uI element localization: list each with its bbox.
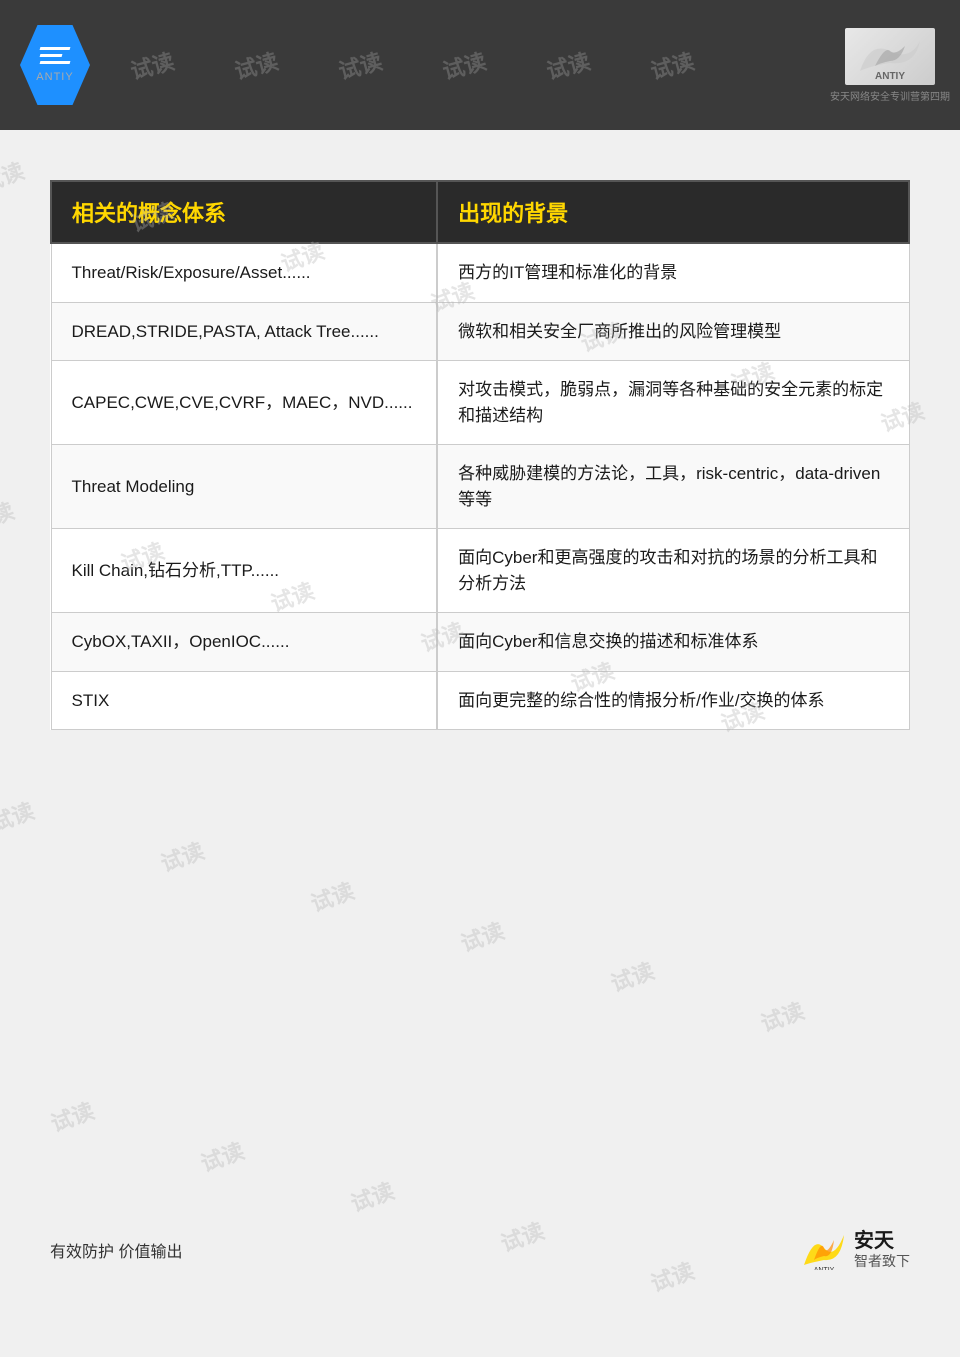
main-content: 相关的概念体系 出现的背景 Threat/Risk/Exposure/Asset… — [0, 130, 960, 1300]
header-wm-6: 试读 — [647, 44, 698, 86]
footer-logo-text: 安天 智者致下 — [854, 1229, 910, 1270]
table-cell-col1: STIX — [51, 671, 437, 730]
table-row: Kill Chain,钻石分析,TTP...... 面向Cyber和更高强度的攻… — [51, 529, 909, 613]
table-cell-col1: CybOX,TAXII，OpenIOC...... — [51, 613, 437, 672]
logo-line-1 — [40, 47, 71, 50]
logo-line-2 — [40, 54, 63, 57]
table-header-row: 相关的概念体系 出现的背景 — [51, 181, 909, 243]
table-row: STIX 面向更完整的综合性的情报分析/作业/交换的体系 — [51, 671, 909, 730]
table-cell-col2: 面向Cyber和信息交换的描述和标准体系 — [437, 613, 909, 672]
footer-logo-svg: ANTIY — [799, 1230, 849, 1270]
header-wm-4: 试读 — [439, 44, 490, 86]
footer-logo: ANTIY 安天 智者致下 — [799, 1229, 910, 1270]
header-watermarks: 试读 试读 试读 试读 试读 试读 — [90, 49, 840, 81]
header: ANTIY 试读 试读 试读 试读 试读 试读 ANTIY 安天网络安全专训营第… — [0, 0, 960, 130]
footer-logo-icon: ANTIY — [799, 1230, 849, 1270]
table-cell-col2: 对攻击模式，脆弱点，漏洞等各种基础的安全元素的标定和描述结构 — [437, 361, 909, 445]
antiy-logo-shape: ANTIY — [20, 25, 90, 105]
table-cell-col2: 西方的IT管理和标准化的背景 — [437, 243, 909, 302]
header-wm-3: 试读 — [335, 44, 386, 86]
table-row: DREAD,STRIDE,PASTA, Attack Tree...... 微软… — [51, 302, 909, 361]
footer-brand-name: 安天 — [854, 1229, 910, 1253]
col1-header: 相关的概念体系 — [51, 181, 437, 243]
table-cell-col2: 各种威胁建模的方法论，工具，risk-centric，data-driven等等 — [437, 445, 909, 529]
footer: 有效防护 价值输出 ANTIY 安天 智者致下 — [0, 1229, 960, 1270]
table-cell-col2: 微软和相关安全厂商所推出的风险管理模型 — [437, 302, 909, 361]
col2-header: 出现的背景 — [437, 181, 909, 243]
antiy-logo-image: ANTIY — [845, 28, 935, 85]
header-wm-1: 试读 — [127, 44, 178, 86]
header-wm-2: 试读 — [231, 44, 282, 86]
svg-text:ANTIY: ANTIY — [875, 71, 905, 81]
antiy-logo-subtext: 安天网络安全专训营第四期 — [830, 88, 950, 103]
table-cell-col1: Threat Modeling — [51, 445, 437, 529]
table-cell-col2: 面向Cyber和更高强度的攻击和对抗的场景的分析工具和分析方法 — [437, 529, 909, 613]
table-row: Threat Modeling 各种威胁建模的方法论，工具，risk-centr… — [51, 445, 909, 529]
table-cell-col1: CAPEC,CWE,CVE,CVRF，MAEC，NVD...... — [51, 361, 437, 445]
table-cell-col1: Kill Chain,钻石分析,TTP...... — [51, 529, 437, 613]
svg-text:ANTIY: ANTIY — [814, 1267, 835, 1270]
logo-area: ANTIY — [20, 25, 90, 105]
footer-tagline: 有效防护 价值输出 — [50, 1238, 182, 1262]
table-row: CybOX,TAXII，OpenIOC...... 面向Cyber和信息交换的描… — [51, 613, 909, 672]
logo-inner: ANTIY — [33, 38, 78, 93]
table-cell-col1: Threat/Risk/Exposure/Asset...... — [51, 243, 437, 302]
logo-brand-text: ANTIY — [36, 71, 73, 83]
concept-table: 相关的概念体系 出现的背景 Threat/Risk/Exposure/Asset… — [50, 180, 910, 730]
table-row: Threat/Risk/Exposure/Asset...... 西方的IT管理… — [51, 243, 909, 302]
antiy-header-svg: ANTIY — [850, 31, 930, 81]
logo-line-3 — [40, 61, 71, 64]
table-cell-col2: 面向更完整的综合性的情报分析/作业/交换的体系 — [437, 671, 909, 730]
table-row: CAPEC,CWE,CVE,CVRF，MAEC，NVD...... 对攻击模式，… — [51, 361, 909, 445]
header-wm-5: 试读 — [543, 44, 594, 86]
footer-brand-slogan: 智者致下 — [854, 1253, 910, 1270]
logo-lines — [40, 47, 70, 64]
table-cell-col1: DREAD,STRIDE,PASTA, Attack Tree...... — [51, 302, 437, 361]
antiy-right-logo-box: ANTIY 安天网络安全专训营第四期 — [840, 28, 940, 103]
header-right-logo: ANTIY 安天网络安全专训营第四期 — [840, 28, 940, 103]
